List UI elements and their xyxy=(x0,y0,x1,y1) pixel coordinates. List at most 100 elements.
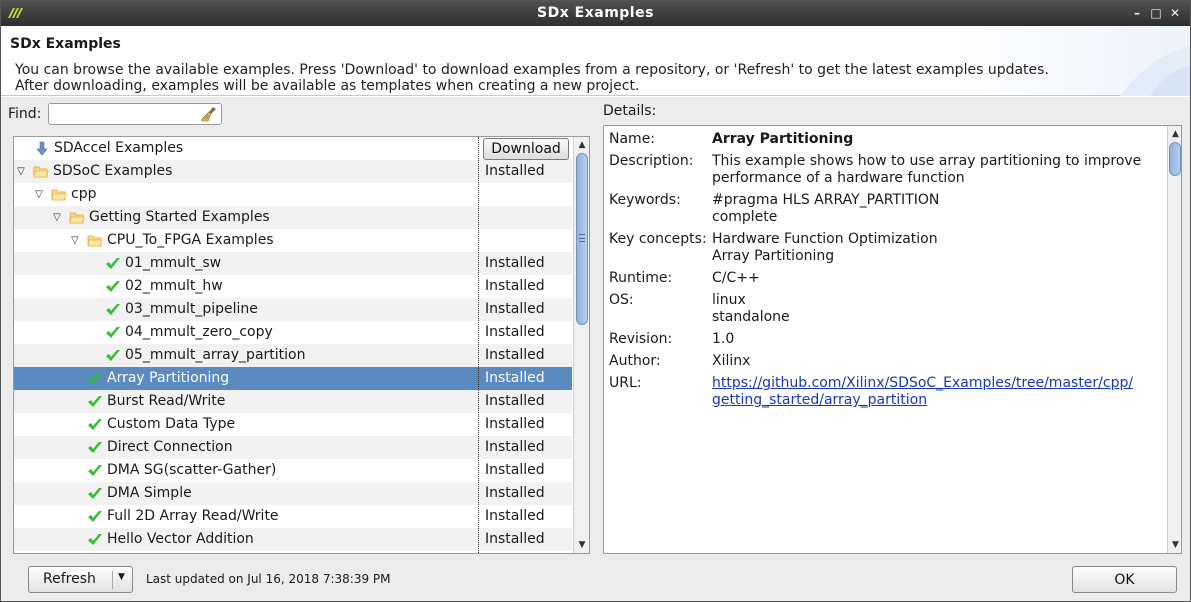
scroll-down-icon[interactable]: ▼ xyxy=(575,538,589,552)
check-icon xyxy=(88,373,102,384)
tree-row-status: Installed xyxy=(485,462,545,478)
detail-value: Hardware Function Optimization Array Part… xyxy=(712,231,1162,265)
detail-line: This example shows how to use array part… xyxy=(712,153,1142,169)
tree-row[interactable]: Custom Data Type Installed xyxy=(14,413,572,436)
check-icon xyxy=(88,396,102,407)
expand-toggle-icon[interactable]: ▽ xyxy=(51,206,63,229)
details-scroll-thumb[interactable] xyxy=(1169,142,1181,176)
ok-button[interactable]: OK xyxy=(1072,566,1177,593)
find-input[interactable] xyxy=(48,103,222,125)
expand-toggle-icon[interactable]: ▽ xyxy=(15,160,27,183)
detail-url[interactable]: https://github.com/Xilinx/SDSoC_Examples… xyxy=(712,375,1162,409)
tree-row-status: Installed xyxy=(485,347,545,363)
detail-value: 1.0 xyxy=(712,331,1162,348)
tree-row-label: Getting Started Examples xyxy=(89,209,270,225)
tree-row-label: Custom Data Type xyxy=(107,416,236,432)
tree-row[interactable]: ▽ Getting Started Examples xyxy=(14,206,572,229)
detail-key: Description: xyxy=(609,153,694,169)
detail-line: performance of a hardware function xyxy=(712,170,965,186)
detail-line: Array Partitioning xyxy=(712,248,835,264)
download-button[interactable]: Download xyxy=(483,138,569,160)
tree-row-status: Installed xyxy=(485,163,545,179)
tree-row-label: SDAccel Examples xyxy=(54,140,184,156)
details-panel: ▲ ▼ Name: Array Partitioning Description: T… xyxy=(603,125,1182,554)
tree-row-status: Installed xyxy=(485,439,545,455)
tree-row-status: Installed xyxy=(485,508,545,524)
check-icon xyxy=(88,534,102,545)
detail-key: Author: xyxy=(609,353,661,369)
tree-row[interactable]: ▽ cpp xyxy=(14,183,572,206)
check-icon xyxy=(88,419,102,430)
tree-row-label: Array Partitioning xyxy=(107,370,230,386)
tree-row[interactable]: 04_mmult_zero_copy Installed xyxy=(14,321,572,344)
details-scroll-down-icon[interactable]: ▼ xyxy=(1169,538,1181,552)
folder-icon xyxy=(87,235,103,247)
url-link[interactable]: getting_started/array_partition xyxy=(712,392,927,408)
tree-row[interactable]: Hello Vector Addition Installed xyxy=(14,528,572,551)
tree-row[interactable]: Burst Read/Write Installed xyxy=(14,390,572,413)
maximize-button[interactable]: □ xyxy=(1148,4,1164,22)
tree-row-label: 04_mmult_zero_copy xyxy=(125,324,273,340)
detail-line: #pragma HLS ARRAY_PARTITION xyxy=(712,192,940,208)
close-button[interactable]: ✕ xyxy=(1167,4,1183,22)
header-decoration-icon xyxy=(1120,46,1190,96)
refresh-separator xyxy=(112,571,113,589)
refresh-dropdown-icon[interactable]: ▼ xyxy=(118,572,125,582)
tree-vertical-scrollbar[interactable]: ▲ ▼ xyxy=(573,137,589,553)
detail-line[interactable]: https://github.com/Xilinx/SDSoC_Examples… xyxy=(712,375,1162,392)
clear-broom-icon[interactable] xyxy=(200,106,218,122)
dialog-content: Find: Hello Vector Addition Installed Full… xyxy=(1,97,1190,601)
title-bar[interactable]: SDx Examples – □ ✕ xyxy=(1,1,1190,26)
detail-value: C/C++ xyxy=(712,270,1162,287)
tree-row[interactable]: ▽ CPU_To_FPGA Examples xyxy=(14,229,572,252)
check-icon xyxy=(106,258,120,269)
check-icon xyxy=(106,304,120,315)
find-label: Find: xyxy=(8,106,42,122)
detail-line[interactable]: getting_started/array_partition xyxy=(712,392,1162,409)
tree-row[interactable]: Full 2D Array Read/Write Installed xyxy=(14,505,572,528)
details-label: Details: xyxy=(603,103,657,119)
scroll-thumb[interactable] xyxy=(576,153,588,325)
detail-value: linux standalone xyxy=(712,292,1162,326)
tree-row-status: Installed xyxy=(485,416,545,432)
tree-row-label: CPU_To_FPGA Examples xyxy=(107,232,274,248)
detail-line: Xilinx xyxy=(712,353,751,369)
tree-row-label: 01_mmult_sw xyxy=(125,255,222,271)
refresh-button[interactable]: Refresh ▼ xyxy=(28,566,133,593)
tree-row[interactable]: DMA SG(scatter-Gather) Installed xyxy=(14,459,572,482)
minimize-button[interactable]: – xyxy=(1129,4,1145,22)
tree-row[interactable]: Direct Connection Installed xyxy=(14,436,572,459)
check-icon xyxy=(106,327,120,338)
scroll-up-icon[interactable]: ▲ xyxy=(575,138,589,152)
detail-key: URL: xyxy=(609,375,642,391)
tree-row-label: DMA Simple xyxy=(107,485,192,501)
tree-row[interactable]: 03_mmult_pipeline Installed xyxy=(14,298,572,321)
tree-row[interactable]: 02_mmult_hw Installed xyxy=(14,275,572,298)
expand-toggle-icon[interactable]: ▽ xyxy=(33,183,45,206)
details-vertical-scrollbar[interactable]: ▲ ▼ xyxy=(1167,126,1181,553)
detail-line: complete xyxy=(712,209,778,225)
tree-row[interactable]: 01_mmult_sw Installed xyxy=(14,252,572,275)
tree-row-label: SDSoC Examples xyxy=(53,163,173,179)
sdx-examples-dialog: SDx Examples – □ ✕ SDx Examples You can … xyxy=(0,0,1191,602)
details-scroll-up-icon[interactable]: ▲ xyxy=(1169,127,1181,141)
detail-value: Xilinx xyxy=(712,353,1162,370)
refresh-label: Refresh xyxy=(43,571,96,587)
tree-row[interactable]: DMA Simple Installed xyxy=(14,482,572,505)
detail-key: Runtime: xyxy=(609,270,673,286)
detail-value: This example shows how to use array part… xyxy=(712,153,1162,187)
folder-icon xyxy=(51,189,67,201)
expand-toggle-icon[interactable]: ▽ xyxy=(69,229,81,252)
check-icon xyxy=(106,350,120,361)
download-arrow-icon xyxy=(36,141,48,156)
header-message-line1: You can browse the available examples. P… xyxy=(15,62,1049,78)
tree-row-label: Full 2D Array Read/Write xyxy=(107,508,279,524)
tree-row[interactable]: 05_mmult_array_partition Installed xyxy=(14,344,572,367)
tree-row-status: Installed xyxy=(485,324,545,340)
detail-key: OS: xyxy=(609,292,634,308)
tree-row[interactable]: Array Partitioning Installed xyxy=(14,367,572,390)
tree-row[interactable]: ▽ SDSoC Examples Installed xyxy=(14,160,572,183)
detail-value: Array Partitioning xyxy=(712,131,1162,148)
examples-tree[interactable]: Hello Vector Addition Installed Full 2D Ar… xyxy=(13,136,590,554)
url-link[interactable]: https://github.com/Xilinx/SDSoC_Examples… xyxy=(712,375,1133,391)
